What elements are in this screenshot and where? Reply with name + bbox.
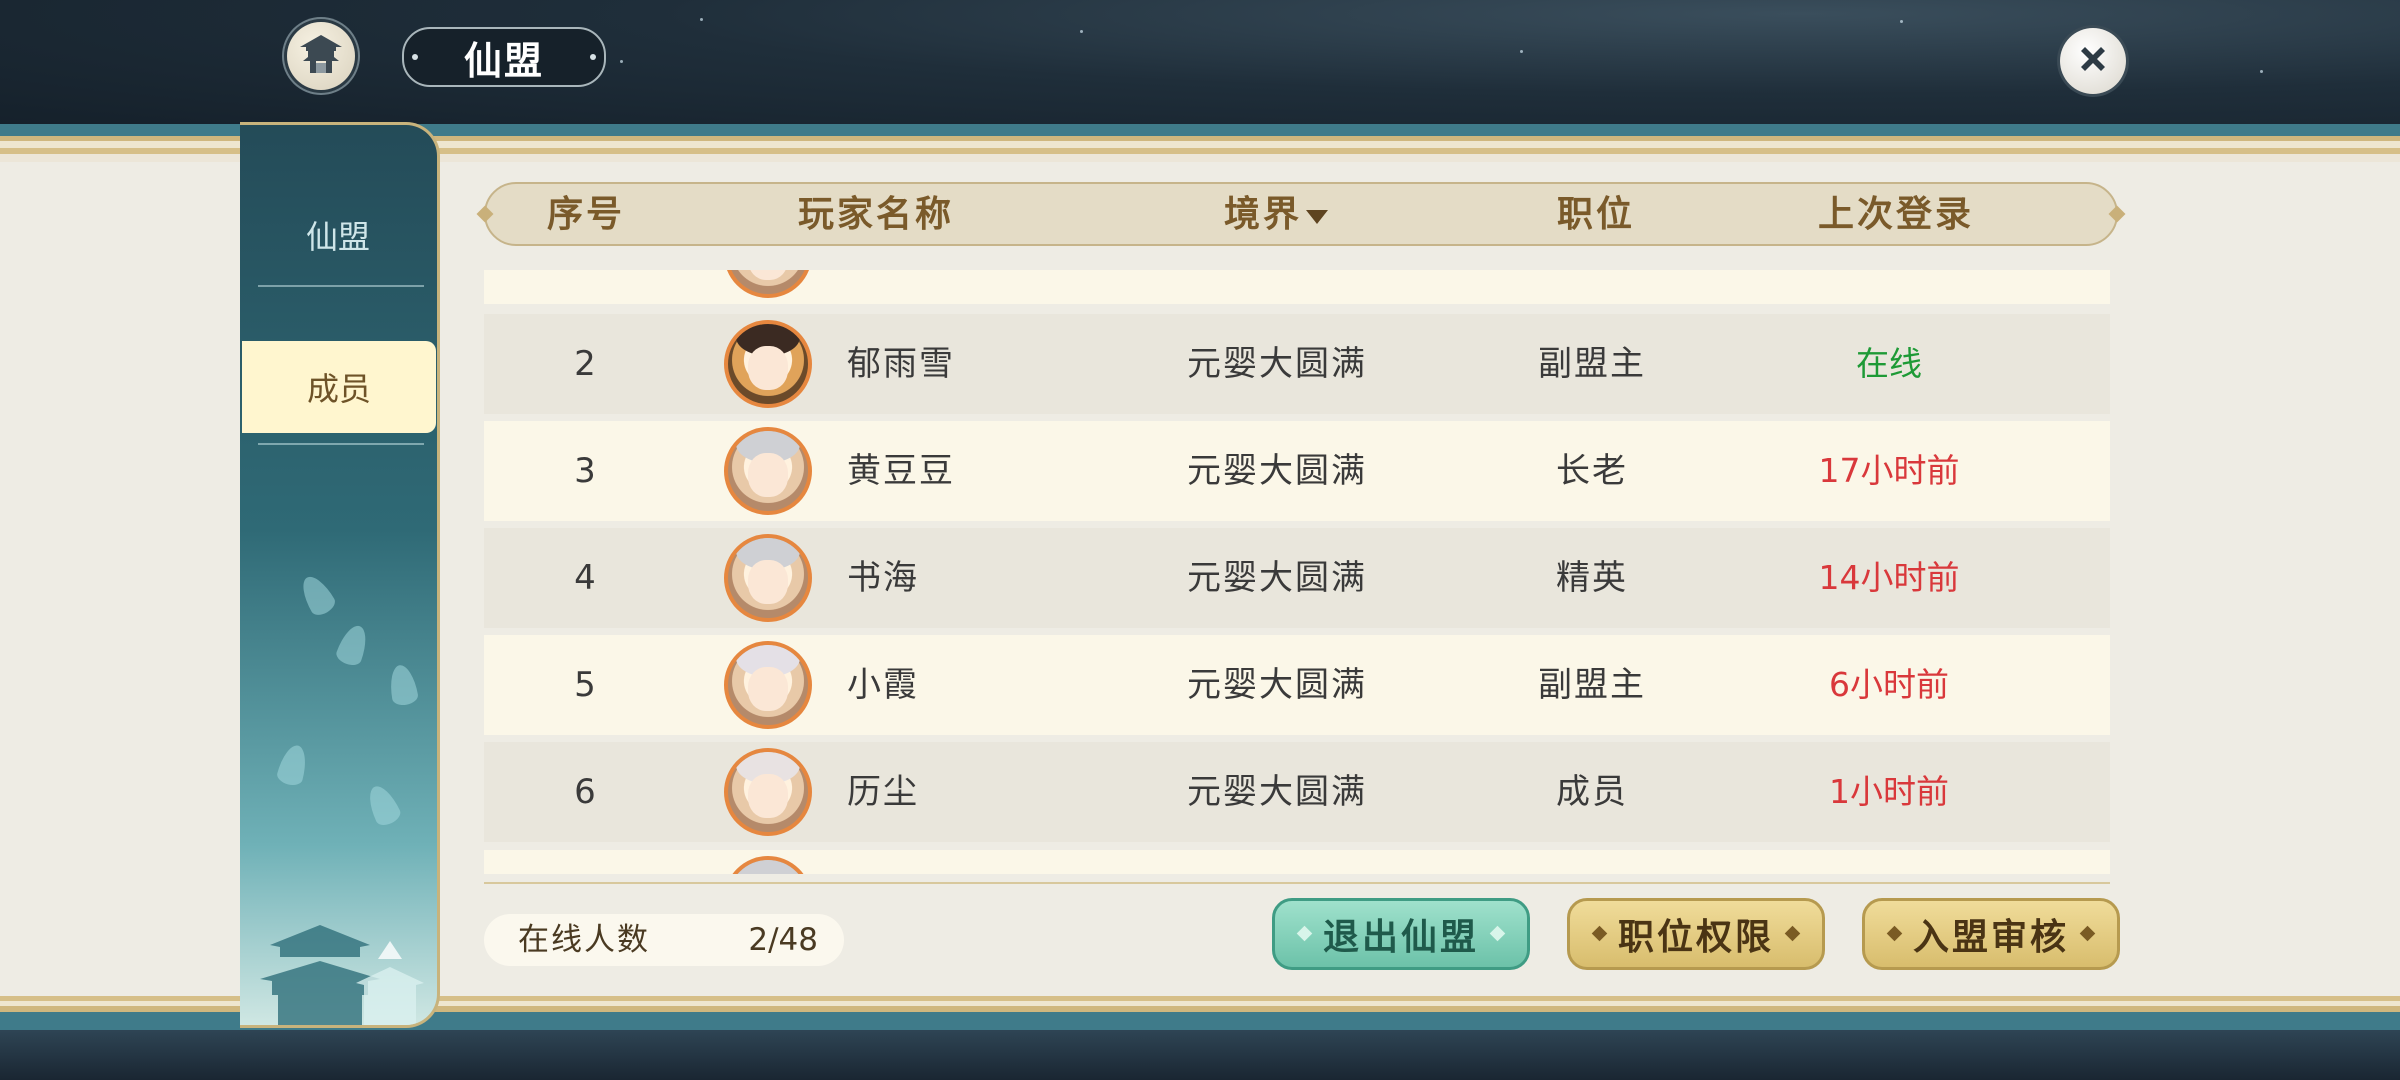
tab-members[interactable]: 成员: [242, 341, 436, 433]
player-position: 长老: [1556, 451, 1628, 491]
player-realm: 元婴大圆满: [1187, 665, 1367, 705]
page-title: 仙盟: [402, 27, 606, 87]
table-row[interactable]: 2 郁雨雪 元婴大圆满 副盟主 在线: [484, 314, 2110, 414]
player-realm: 元婴大圆满: [1187, 451, 1367, 491]
avatar[interactable]: [724, 427, 812, 515]
top-background: [0, 0, 2400, 140]
player-name: 郁雨雪: [847, 344, 955, 384]
leave-guild-button[interactable]: 退出仙盟: [1272, 898, 1530, 970]
table-header: 序号 玩家名称 境界 职位 上次登录: [476, 182, 2126, 246]
pagoda-illustration: [260, 925, 424, 1025]
sort-down-icon: [1306, 210, 1328, 224]
online-count: 在线人数 2/48: [484, 914, 844, 966]
column-header-realm[interactable]: 境界: [1126, 184, 1426, 244]
table-row[interactable]: [484, 850, 2110, 874]
row-index: 2: [574, 344, 596, 384]
bottom-background: [0, 1028, 2400, 1080]
leave-guild-label: 退出仙盟: [1322, 916, 1479, 958]
tab-guild[interactable]: 仙盟: [240, 205, 436, 265]
avatar[interactable]: [724, 320, 812, 408]
player-position: 副盟主: [1538, 665, 1646, 705]
online-count-label: 在线人数: [518, 922, 650, 958]
player-position: 副盟主: [1538, 344, 1646, 384]
player-realm: 元婴大圆满: [1187, 344, 1367, 384]
close-icon: [2073, 39, 2113, 83]
avatar: [724, 856, 812, 874]
row-index: 5: [574, 665, 596, 705]
guild-home-button[interactable]: [287, 22, 355, 90]
table-row[interactable]: [484, 270, 2110, 304]
table-row[interactable]: 6 历尘 元婴大圆满 成员 1小时前: [484, 742, 2110, 842]
online-count-value: 2/48: [748, 922, 818, 958]
close-button[interactable]: [2060, 28, 2126, 94]
column-header-realm-label: 境界: [1223, 193, 1302, 235]
player-name: 小霞: [847, 665, 919, 705]
position-permissions-label: 职位权限: [1617, 916, 1774, 958]
column-header-index: 序号: [546, 193, 625, 235]
join-review-button[interactable]: 入盟审核: [1862, 898, 2120, 970]
player-position: 成员: [1556, 772, 1628, 812]
join-review-label: 入盟审核: [1912, 916, 2069, 958]
player-name: 历尘: [847, 772, 919, 812]
avatar[interactable]: [724, 641, 812, 729]
row-index: 6: [574, 772, 596, 812]
player-realm: 元婴大圆满: [1187, 558, 1367, 598]
last-login: 1小时前: [1829, 772, 1949, 811]
leaf-decoration: [333, 621, 373, 669]
row-index: 3: [574, 451, 596, 491]
player-name: 书海: [847, 558, 919, 598]
member-list[interactable]: 2 郁雨雪 元婴大圆满 副盟主 在线 3 黄豆豆 元婴大圆满 长老 17小时前 …: [484, 270, 2110, 874]
column-header-last-login: 上次登录: [1817, 193, 1974, 235]
avatar[interactable]: [724, 748, 812, 836]
player-position: 精英: [1556, 558, 1628, 598]
pavilion-icon: [298, 33, 344, 79]
table-row[interactable]: 5 小霞 元婴大圆满 副盟主 6小时前: [484, 635, 2110, 735]
list-divider: [484, 882, 2110, 884]
last-login: 17小时前: [1818, 451, 1960, 490]
leaf-decoration: [295, 571, 339, 619]
sidebar-divider: [258, 443, 424, 445]
last-login: 在线: [1856, 344, 1922, 383]
leaf-decoration: [275, 742, 311, 788]
avatar[interactable]: [724, 534, 812, 622]
table-row[interactable]: 3 黄豆豆 元婴大圆满 长老 17小时前: [484, 421, 2110, 521]
column-header-player-name: 玩家名称: [797, 193, 954, 235]
last-login: 6小时前: [1829, 665, 1949, 704]
leaf-decoration: [386, 663, 420, 707]
column-header-position: 职位: [1556, 193, 1635, 235]
sidebar: 仙盟 成员: [240, 122, 440, 1028]
row-index: 4: [574, 558, 596, 598]
player-name: 黄豆豆: [847, 451, 955, 491]
avatar: [724, 270, 812, 298]
table-row[interactable]: 4 书海 元婴大圆满 精英 14小时前: [484, 528, 2110, 628]
position-permissions-button[interactable]: 职位权限: [1567, 898, 1825, 970]
sidebar-divider: [258, 285, 424, 287]
last-login: 14小时前: [1818, 558, 1960, 597]
leaf-decoration: [362, 781, 404, 829]
player-realm: 元婴大圆满: [1187, 772, 1367, 812]
